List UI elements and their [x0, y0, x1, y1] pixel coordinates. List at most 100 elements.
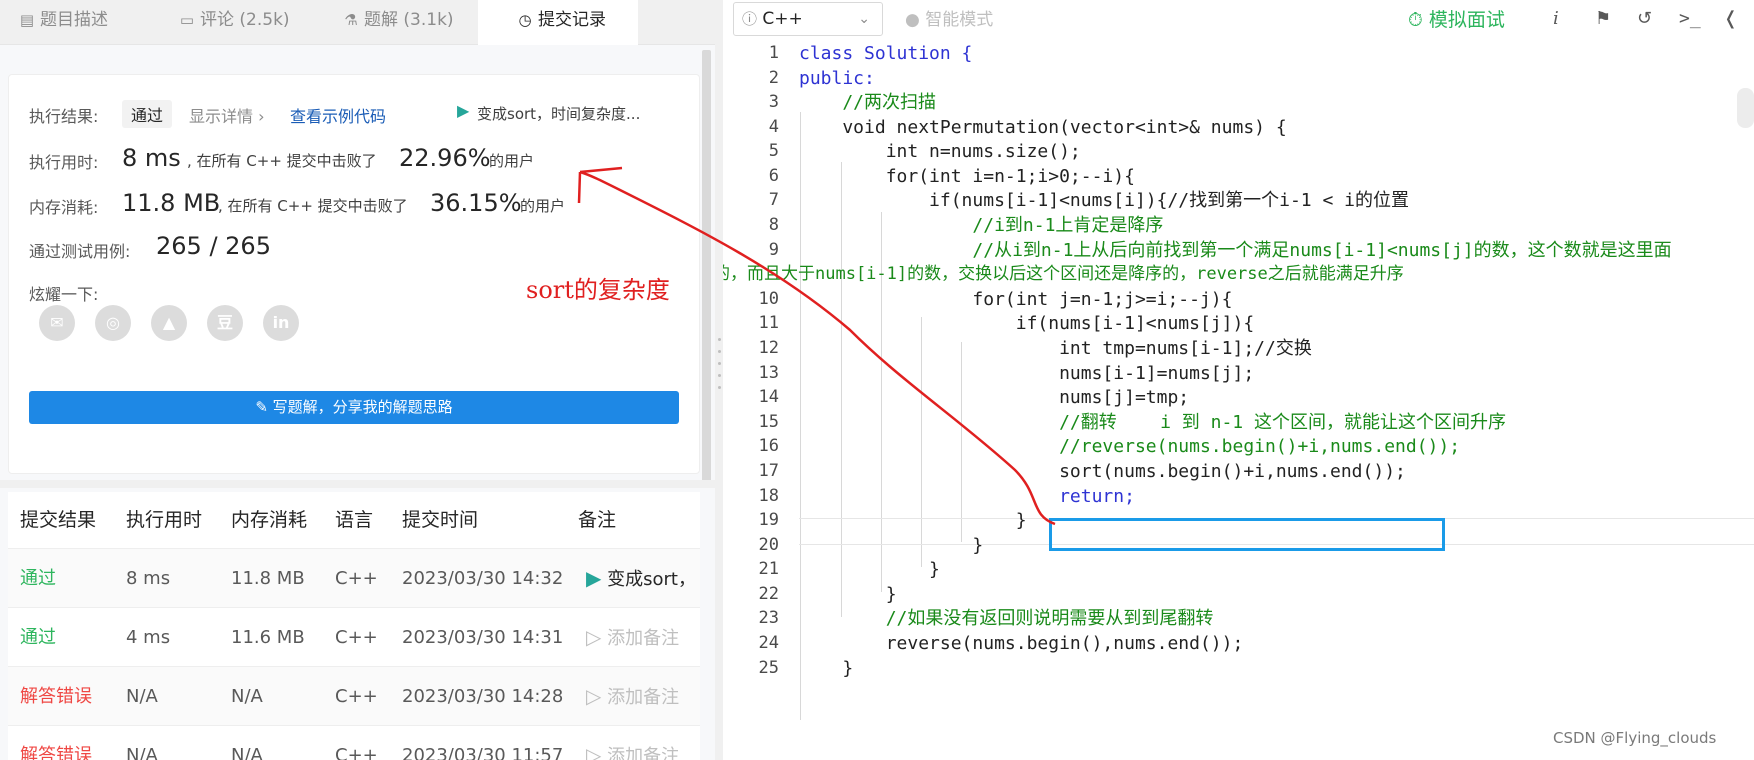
line-number: 21 — [758, 559, 779, 579]
code-comment: //翻转 i 到 n-1 这个区间，就能让这个区间升序 — [799, 412, 1506, 433]
qq-icon[interactable]: ▲ — [151, 305, 187, 341]
note-text[interactable]: 变成sort，时间复杂度... — [477, 103, 640, 124]
code-comment: //从i到n-1上从后向前找到第一个满足nums[i-1]<nums[j]的数，… — [799, 240, 1672, 261]
row-result[interactable]: 解答错误 — [20, 667, 92, 726]
code-text: for(int j=n-1;j>=i;--j){ — [799, 289, 1233, 310]
row-add-note[interactable]: ▷ 添加备注 — [586, 608, 679, 667]
editor-toolbar: ⓘ C++ ⌄ ● 智能模式 ⏱ 模拟面试 i ⚑ ↺ >_ ❬ — [723, 0, 1754, 40]
info-icon[interactable]: i — [1553, 0, 1559, 40]
line-number: 20 — [758, 535, 779, 555]
code-line: 11 if(nums[i-1]<nums[j]){ — [723, 310, 1754, 337]
tab-submissions[interactable]: ◷ 提交记录 — [478, 0, 638, 45]
code-line: 16 //reverse(nums.begin()+i,nums.end()); — [723, 433, 1754, 460]
write-solution-button[interactable]: ✎ 写题解，分享我的解题思路 — [29, 391, 679, 424]
comment-icon: ▭ — [179, 11, 195, 29]
table-header: 提交结果 执行用时 内存消耗 语言 提交时间 备注 — [8, 492, 700, 549]
line-number: 17 — [758, 461, 779, 481]
row-result[interactable]: 通过 — [20, 549, 56, 608]
show-details-link[interactable]: 显示详情 › — [189, 103, 265, 127]
code-line: 24 reverse(nums.begin(),nums.end()); — [723, 630, 1754, 657]
code-line: 13 nums[i-1]=nums[j]; — [723, 360, 1754, 387]
code-line: 2 public: — [723, 65, 1754, 92]
row-time: N/A — [126, 686, 158, 707]
row-language: C++ — [335, 745, 378, 760]
language-value: C++ — [762, 9, 803, 29]
flag-icon: ▶ — [457, 101, 470, 120]
line-number: 19 — [758, 510, 779, 530]
code-line: 14 nums[j]=tmp; — [723, 384, 1754, 411]
table-row[interactable]: 通过 8 ms 11.8 MB C++ 2023/03/30 14:32 ▶ 变… — [8, 549, 700, 608]
table-row[interactable]: 解答错误 N/A N/A C++ 2023/03/30 14:28 ▷ 添加备注 — [8, 667, 700, 726]
code-comment: //i到n-1上肯定是降序 — [799, 215, 1164, 236]
memory-label: 内存消耗: — [29, 198, 99, 217]
panel-resizer[interactable] — [715, 0, 723, 760]
row-result[interactable]: 通过 — [20, 608, 56, 667]
line-number: 15 — [758, 412, 779, 432]
wechat-icon[interactable]: ✉ — [39, 305, 75, 341]
line-number: 3 — [768, 92, 779, 112]
line-number: 1 — [768, 43, 779, 63]
smart-mode-label: 智能模式 — [925, 10, 994, 30]
table-row[interactable]: 通过 4 ms 11.6 MB C++ 2023/03/30 14:31 ▷ 添… — [8, 608, 700, 667]
linkedin-icon[interactable]: in — [263, 305, 299, 341]
sample-code-link[interactable]: 查看示例代码 — [290, 103, 386, 127]
line-number: 16 — [758, 436, 779, 456]
header-language: 语言 — [335, 509, 374, 531]
reset-icon[interactable]: ↺ — [1637, 0, 1652, 40]
mock-interview-button[interactable]: ⏱ 模拟面试 — [1408, 0, 1505, 40]
language-select[interactable]: ⓘ C++ ⌄ — [733, 2, 883, 36]
code-line: 22 } — [723, 581, 1754, 608]
line-number: 7 — [768, 190, 779, 210]
row-result[interactable]: 解答错误 — [20, 726, 92, 760]
code-line: 21 } — [723, 556, 1754, 583]
row-add-note[interactable]: ▷ 添加备注 — [586, 726, 679, 760]
row-memory: 11.8 MB — [231, 568, 305, 589]
line-number: 4 — [768, 117, 779, 137]
flag-icon: ▶ — [586, 566, 602, 590]
code-line: 6 for(int i=n-1;i>0;--i){ — [723, 163, 1754, 190]
code-text: if(nums[i-1]<nums[i]){//找到第一个i-1 < i的位置 — [799, 190, 1409, 211]
submission-panel: ▤ 题目描述 ▭ 评论 (2.5k) ⚗ 题解 (3.1k) ◷ 提交记录 执行结果: … — [0, 0, 715, 760]
header-memory: 内存消耗 — [231, 509, 308, 531]
line-number: 8 — [768, 215, 779, 235]
pencil-icon: ✎ — [255, 398, 273, 416]
line-number: 5 — [768, 141, 779, 161]
tab-solutions[interactable]: ⚗ 题解 (3.1k) — [342, 0, 472, 45]
line-number: 23 — [758, 608, 779, 628]
header-result: 提交结果 — [20, 509, 97, 531]
chevron-down-icon: ⌄ — [858, 11, 870, 27]
left-scrollbar[interactable] — [702, 50, 711, 482]
resizer-dot — [718, 362, 721, 365]
table-row[interactable]: 解答错误 N/A N/A C++ 2023/03/30 11:57 ▷ 添加备注 — [8, 726, 700, 760]
sort-highlight-box — [1049, 518, 1445, 551]
row-add-note[interactable]: ▷ 添加备注 — [586, 667, 679, 726]
problem-tabs: ▤ 题目描述 ▭ 评论 (2.5k) ⚗ 题解 (3.1k) ◷ 提交记录 — [0, 0, 715, 45]
editor-scrollbar[interactable] — [1737, 88, 1754, 128]
tab-label: 提交记录 — [538, 10, 606, 30]
collapse-icon[interactable]: ❬ — [1723, 0, 1738, 40]
weibo-icon[interactable]: ◎ — [95, 305, 131, 341]
tab-comments[interactable]: ▭ 评论 (2.5k) — [178, 0, 308, 45]
code-comment: 的，而且大于nums[i-1]的数，交换以后这个区间还是降序的，reverse之… — [723, 264, 1404, 284]
code-text: sort(nums.begin()+i,nums.end()); — [799, 461, 1406, 482]
code-line: 12 int tmp=nums[i-1];//交换 — [723, 335, 1754, 362]
code-text: nums[j]=tmp; — [799, 387, 1190, 408]
row-date: 2023/03/30 14:31 — [402, 627, 564, 648]
row-note[interactable]: ▶ 变成sort， — [586, 549, 696, 608]
douban-icon[interactable]: 豆 — [207, 305, 243, 341]
code-comment: //两次扫描 — [799, 92, 937, 113]
code-text: if(nums[i-1]<nums[j]){ — [799, 313, 1255, 334]
row-memory: N/A — [231, 745, 263, 760]
tests-label: 通过测试用例: — [29, 242, 131, 261]
tab-description[interactable]: ▤ 题目描述 — [18, 0, 140, 45]
flag-icon[interactable]: ⚑ — [1595, 0, 1611, 40]
console-icon[interactable]: >_ — [1679, 0, 1701, 40]
smart-mode-toggle[interactable]: ● 智能模式 — [905, 0, 993, 40]
header-time: 执行用时 — [126, 509, 203, 531]
clock-icon: ◷ — [518, 11, 532, 29]
row-time: N/A — [126, 745, 158, 760]
code-text: return; — [799, 486, 1135, 507]
memory-value: 11.8 MB — [122, 189, 221, 217]
tab-label: 题解 (3.1k) — [364, 10, 454, 30]
code-editor[interactable]: 1 class Solution { 2 public: 3 //两次扫描 4 vo… — [723, 43, 1754, 760]
